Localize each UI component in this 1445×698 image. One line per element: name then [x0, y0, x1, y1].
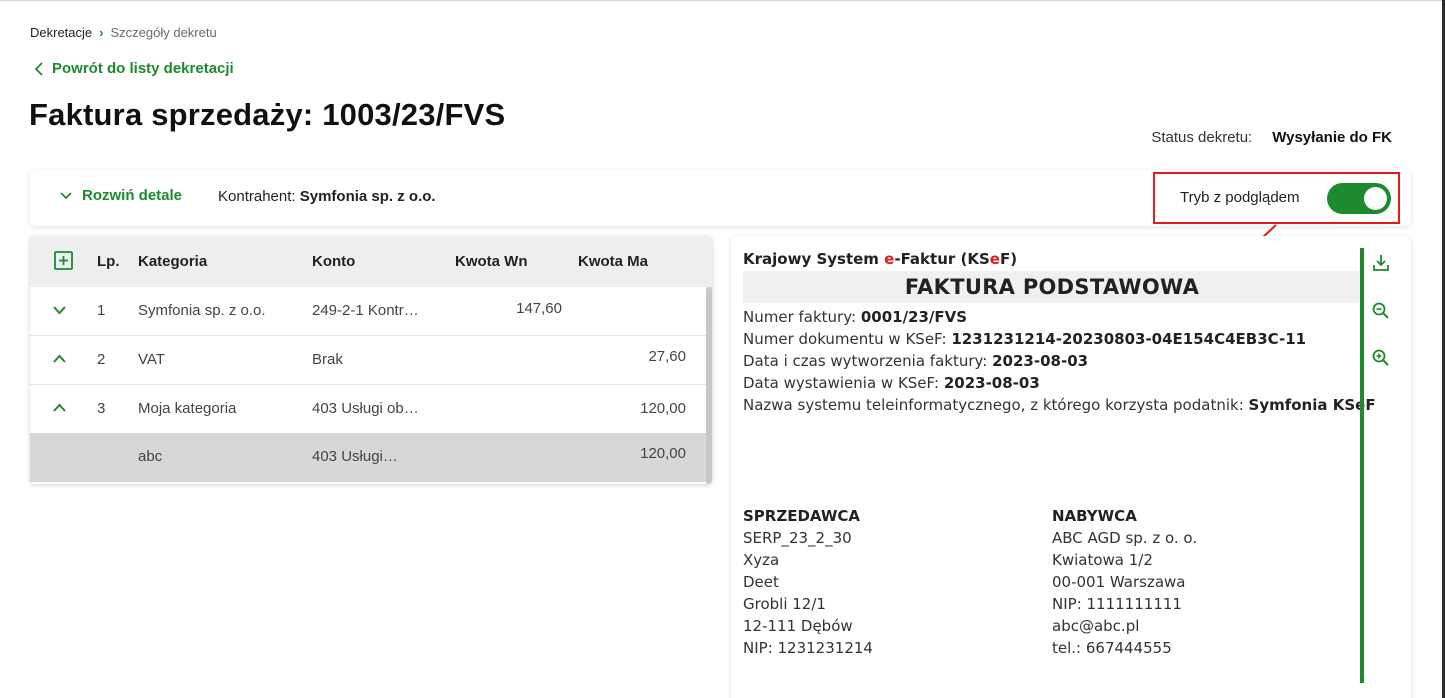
cell-account: 403 Usługi… [312, 448, 398, 465]
table-scrollbar-thumb[interactable] [706, 287, 712, 484]
back-link-label: Powrót do listy dekretacji [52, 60, 234, 77]
status-value: Wysyłanie do FK [1272, 129, 1392, 146]
detail-label: Numer faktury: [743, 308, 861, 326]
header-credit[interactable]: Kwota Ma [578, 253, 648, 270]
invoice-type-bar: FAKTURA PODSTAWOWA [743, 271, 1361, 303]
toggle-knob [1364, 187, 1387, 210]
invoice-detail-line: Nazwa systemu teleinformatycznego, z któ… [743, 394, 1376, 416]
cell-account: Brak [312, 351, 343, 368]
cell-lp: 3 [97, 400, 106, 417]
ksef-title-part: F) [999, 250, 1018, 268]
ksef-system-title: Krajowy System e-Faktur (KSeF) [743, 250, 1017, 268]
buyer-block: NABYWCA ABC AGD sp. z o. o. Kwiatowa 1/2… [1052, 505, 1197, 659]
buyer-line: Kwiatowa 1/2 [1052, 551, 1153, 569]
header-debit[interactable]: Kwota Wn [455, 253, 528, 270]
detail-value: 0001/23/FVS [860, 308, 968, 326]
breadcrumb: Dekretacje › Szczegóły dekretu [30, 25, 217, 40]
seller-block: SPRZEDAWCA SERP_23_2_30 Xyza Deet Grobli… [743, 505, 873, 659]
chevron-down-icon[interactable] [53, 305, 66, 315]
expand-details-button[interactable]: Rozwiń detale [60, 187, 182, 204]
seller-line: SERP_23_2_30 [743, 529, 852, 547]
zoom-out-icon[interactable] [1371, 301, 1391, 321]
header-lp: Lp. [97, 253, 120, 270]
invoice-detail-line: Numer dokumentu w KSeF: 1231231214-20230… [743, 328, 1376, 350]
cell-category: Symfonia sp. z o.o. [138, 302, 266, 319]
cell-account: 403 Usługi ob… [312, 400, 419, 417]
page-title: Faktura sprzedaży: 1003/23/FVS [29, 97, 506, 132]
buyer-line: abc@abc.pl [1052, 617, 1140, 635]
cell-credit: 27,60 [648, 348, 686, 365]
contractor-value: Symfonia sp. z o.o. [299, 188, 436, 205]
status-label: Status dekretu: [1151, 129, 1253, 146]
ksef-title-e: e [989, 250, 1000, 268]
seller-line: Xyza [743, 551, 780, 569]
header-category[interactable]: Kategoria [138, 253, 207, 270]
cell-category: VAT [138, 351, 165, 368]
buyer-line: 00-001 Warszawa [1052, 573, 1186, 591]
table-row-selected[interactable]: abc 403 Usługi… 120,00 [30, 433, 706, 482]
cell-category: abc [138, 448, 163, 465]
buyer-line: tel.: 667444555 [1052, 639, 1172, 657]
breadcrumb-current: Szczegóły dekretu [110, 25, 217, 40]
table-row[interactable]: 2 VAT Brak 27,60 [30, 336, 706, 385]
table-scrollbar[interactable] [706, 287, 712, 484]
invoice-detail-line: Data wystawienia w KSeF: 2023-08-03 [743, 372, 1376, 394]
cell-credit: 120,00 [640, 445, 686, 462]
invoice-preview-panel: Krajowy System e-Faktur (KSeF) FAKTURA P… [731, 236, 1411, 698]
buyer-line: NIP: 1111111111 [1052, 595, 1182, 613]
seller-line: 12-111 Dębów [743, 617, 853, 635]
add-row-icon[interactable] [54, 251, 73, 270]
cell-lp: 1 [97, 302, 106, 319]
cell-debit: 147,60 [516, 300, 562, 317]
contractor-info: Kontrahent: Symfonia sp. z o.o. [218, 188, 436, 205]
invoice-details: Numer faktury: 0001/23/FVS Numer dokumen… [743, 306, 1376, 416]
detail-label: Data wystawienia w KSeF: [743, 374, 944, 392]
preview-mode-label: Tryb z podglądem [1180, 189, 1300, 206]
ksef-title-part: Krajowy System [743, 250, 885, 268]
seller-line: NIP: 1231231214 [743, 639, 873, 657]
detail-value: 2023-08-03 [992, 352, 1089, 370]
decree-status: Status dekretu: Wysyłanie do FK [1151, 129, 1392, 146]
decree-entries-table: Lp. Kategoria Konto Kwota Wn Kwota Ma 1 … [30, 236, 712, 484]
buyer-title: NABYWCA [1052, 507, 1137, 525]
breadcrumb-root[interactable]: Dekretacje [30, 25, 92, 40]
preview-mode-toggle[interactable] [1327, 183, 1391, 214]
cell-lp: 2 [97, 351, 106, 368]
ksef-title-e: e [884, 250, 895, 268]
invoice-type-title: FAKTURA PODSTAWOWA [904, 275, 1200, 299]
buyer-line: ABC AGD sp. z o. o. [1052, 529, 1198, 547]
table-row[interactable]: 3 Moja kategoria 403 Usługi ob… 120,00 [30, 385, 706, 434]
cell-category: Moja kategoria [138, 400, 237, 417]
detail-label: Data i czas wytworzenia faktury: [743, 352, 993, 370]
invoice-detail-line: Numer faktury: 0001/23/FVS [743, 306, 1376, 328]
ksef-title-part: -Faktur (KS [894, 250, 990, 268]
zoom-in-icon[interactable] [1371, 348, 1391, 368]
detail-value: 2023-08-03 [943, 374, 1040, 392]
preview-side-rule [1360, 248, 1364, 683]
table-row[interactable]: 1 Symfonia sp. z o.o. 249-2-1 Kontr… 147… [30, 287, 706, 336]
seller-line: Grobli 12/1 [743, 595, 826, 613]
chevron-left-icon [34, 61, 43, 76]
header-account[interactable]: Konto [312, 253, 355, 270]
chevron-right-icon: › [99, 25, 104, 40]
detail-label: Numer dokumentu w KSeF: [743, 330, 952, 348]
detail-label: Nazwa systemu teleinformatycznego, z któ… [743, 396, 1249, 414]
chevron-down-icon [60, 192, 72, 200]
chevron-up-icon[interactable] [53, 354, 66, 364]
contractor-label: Kontrahent: [218, 188, 296, 205]
seller-title: SPRZEDAWCA [743, 507, 861, 525]
invoice-detail-line: Data i czas wytworzenia faktury: 2023-08… [743, 350, 1376, 372]
expand-details-label: Rozwiń detale [82, 187, 183, 204]
cell-account: 249-2-1 Kontr… [312, 302, 419, 319]
seller-line: Deet [743, 573, 779, 591]
download-icon[interactable] [1371, 253, 1391, 273]
detail-value: 1231231214-20230803-04E154C4EB3C-11 [951, 330, 1307, 348]
cell-credit: 120,00 [640, 400, 686, 417]
detail-value: Symfonia KSeF [1248, 396, 1376, 414]
back-to-list-link[interactable]: Powrót do listy dekretacji [34, 60, 234, 77]
table-header: Lp. Kategoria Konto Kwota Wn Kwota Ma [30, 236, 712, 287]
chevron-up-icon[interactable] [53, 403, 66, 413]
